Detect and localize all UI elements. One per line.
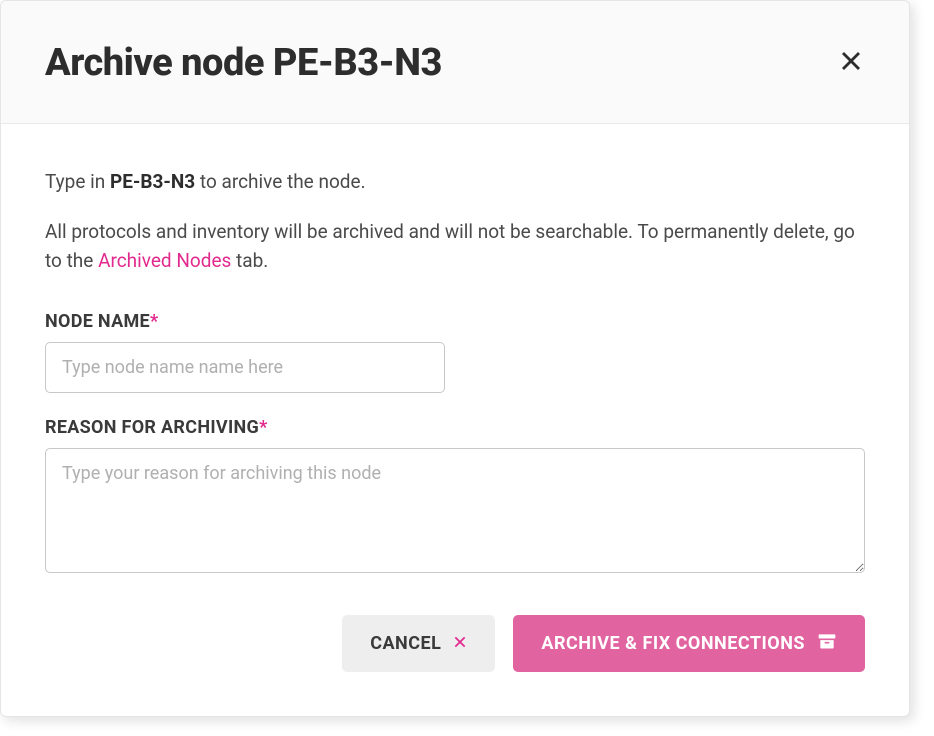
close-icon bbox=[839, 49, 863, 77]
node-name-label: NODE NAME* bbox=[45, 311, 865, 332]
archive-icon bbox=[817, 631, 837, 656]
modal-title: Archive node PE-B3-N3 bbox=[45, 41, 442, 85]
description-text: All protocols and inventory will be arch… bbox=[45, 217, 865, 276]
instruction-text: Type in PE-B3-N3 to archive the node. bbox=[45, 168, 865, 197]
archive-button[interactable]: ARCHIVE & FIX CONNECTIONS bbox=[513, 615, 865, 672]
archive-button-label: ARCHIVE & FIX CONNECTIONS bbox=[541, 633, 805, 654]
reason-textarea[interactable] bbox=[45, 448, 865, 573]
modal-footer: CANCEL ARCHIVE & FIX CONNECTIONS bbox=[45, 615, 865, 672]
node-name-input[interactable] bbox=[45, 342, 445, 393]
modal-header: Archive node PE-B3-N3 bbox=[1, 1, 909, 124]
instruction-prefix: Type in bbox=[45, 170, 110, 193]
reason-label-text: REASON FOR ARCHIVING bbox=[45, 417, 259, 438]
instruction-suffix: to archive the node. bbox=[195, 170, 365, 193]
description-suffix: tab. bbox=[231, 249, 268, 272]
instruction-node-name: PE-B3-N3 bbox=[110, 170, 195, 193]
node-name-label-text: NODE NAME bbox=[45, 311, 150, 332]
cancel-button-label: CANCEL bbox=[370, 633, 441, 654]
modal-body: Type in PE-B3-N3 to archive the node. Al… bbox=[1, 124, 909, 716]
required-indicator: * bbox=[150, 311, 158, 332]
cancel-button[interactable]: CANCEL bbox=[342, 615, 495, 672]
cancel-x-icon bbox=[453, 633, 467, 654]
archived-nodes-link[interactable]: Archived Nodes bbox=[98, 249, 231, 272]
close-button[interactable] bbox=[837, 49, 865, 77]
archive-node-modal: Archive node PE-B3-N3 Type in PE-B3-N3 t… bbox=[0, 0, 910, 717]
reason-label: REASON FOR ARCHIVING* bbox=[45, 417, 865, 438]
required-indicator: * bbox=[259, 417, 267, 438]
reason-group: REASON FOR ARCHIVING* bbox=[45, 417, 865, 577]
node-name-group: NODE NAME* bbox=[45, 311, 865, 393]
